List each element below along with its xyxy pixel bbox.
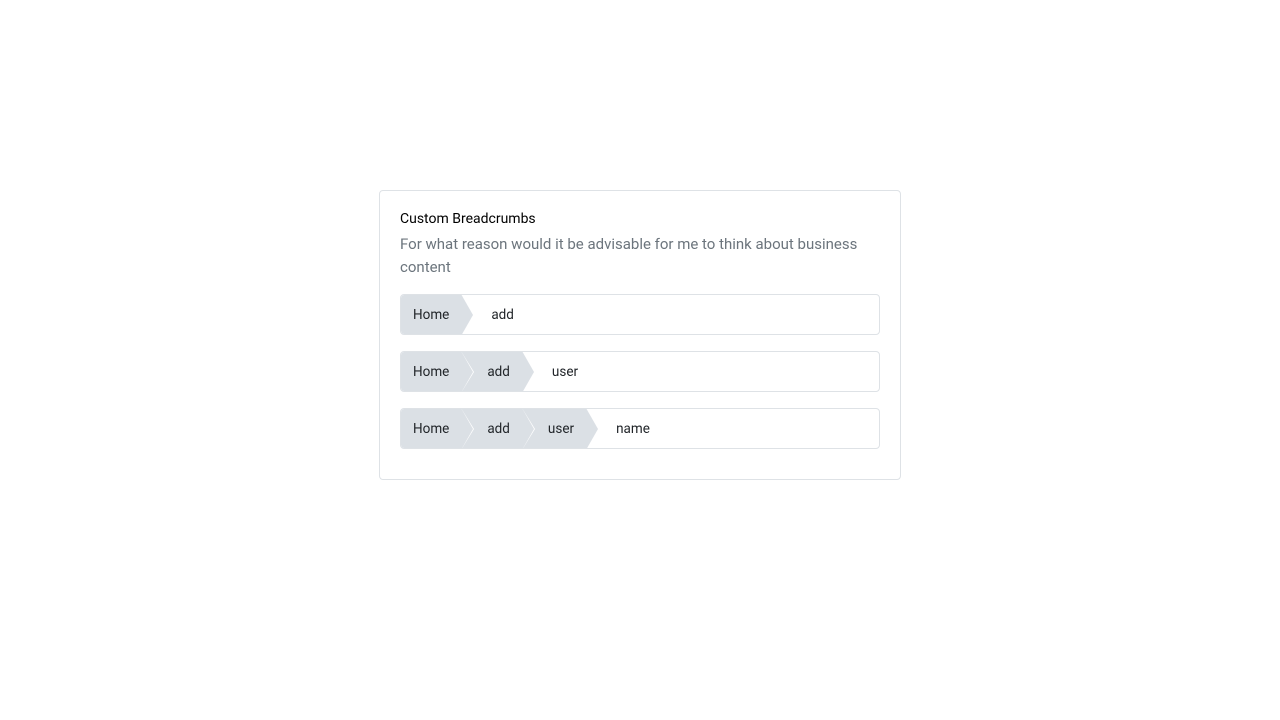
breadcrumb-item-home[interactable]: Home — [401, 352, 461, 391]
card-title: Custom Breadcrumbs — [400, 211, 880, 227]
card-description: For what reason would it be advisable fo… — [400, 233, 880, 278]
breadcrumbs-card: Custom Breadcrumbs For what reason would… — [379, 190, 901, 480]
breadcrumb-item-home[interactable]: Home — [401, 409, 461, 448]
breadcrumb: Home add user — [400, 351, 880, 392]
breadcrumb-item-home[interactable]: Home — [401, 295, 461, 334]
page-root: Custom Breadcrumbs For what reason would… — [0, 0, 1280, 720]
breadcrumb: Home add user name — [400, 408, 880, 449]
breadcrumb: Home add — [400, 294, 880, 335]
